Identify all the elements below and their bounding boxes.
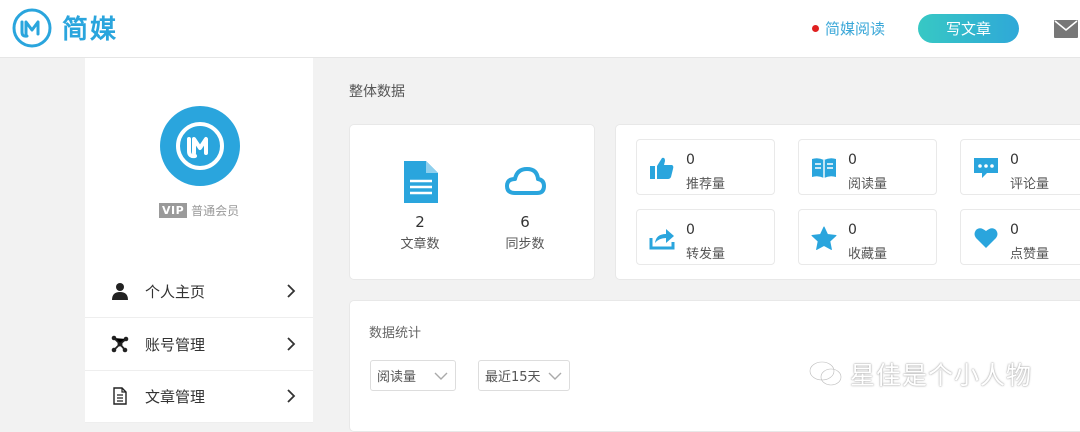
metric-tile-likes: 0 点赞量 — [960, 209, 1080, 265]
star-icon — [811, 226, 837, 250]
metric-tile-shares: 0 转发量 — [636, 209, 775, 265]
sidebar-item-label: 账号管理 — [145, 335, 206, 354]
chevron-down-icon — [434, 372, 448, 380]
metric-label: 推荐量 — [686, 177, 726, 192]
vip-badge: VIP — [159, 203, 188, 218]
brand-name[interactable]: 简媒 — [62, 9, 118, 46]
write-article-button[interactable]: 写文章 — [918, 14, 1019, 43]
metric-label: 点赞量 — [1010, 247, 1050, 262]
sync-count-value: 6 — [520, 213, 530, 231]
chevron-right-icon — [287, 284, 296, 298]
open-book-icon — [812, 158, 836, 178]
metric-value: 0 — [686, 222, 695, 238]
metric-value: 0 — [1010, 152, 1019, 168]
wechat-watermark: 星佳是个小人物 — [808, 356, 1032, 392]
metric-select[interactable]: 阅读量 — [370, 360, 456, 391]
metric-tile-recommend: 0 推荐量 — [636, 139, 775, 195]
wechat-icon — [809, 361, 842, 386]
metric-value: 0 — [848, 222, 857, 238]
document-icon — [113, 387, 127, 405]
comment-icon — [974, 158, 998, 178]
metric-tile-comments: 0 评论量 — [960, 139, 1080, 195]
metric-tile-favorites: 0 收藏量 — [798, 209, 937, 265]
statistics-title: 数据统计 — [369, 326, 422, 341]
cloud-icon — [505, 167, 546, 195]
metric-value: 0 — [848, 152, 857, 168]
metric-label: 转发量 — [686, 247, 726, 262]
member-level-row: VIP 普通会员 — [159, 202, 239, 219]
reader-link-label: 简媒阅读 — [825, 20, 886, 38]
member-level-text: 普通会员 — [191, 204, 240, 218]
metric-label: 阅读量 — [848, 177, 888, 192]
document-icon — [404, 161, 438, 203]
share-icon — [649, 229, 675, 250]
chevron-down-icon — [548, 372, 562, 380]
sidebar-item-label: 个人主页 — [145, 282, 206, 301]
sync-count-stat: 6 同步数 — [485, 161, 565, 252]
metric-label: 评论量 — [1010, 177, 1050, 192]
user-icon — [112, 283, 128, 300]
heart-icon — [974, 228, 998, 248]
article-count-stat: 2 文章数 — [380, 161, 460, 252]
article-count-value: 2 — [415, 213, 425, 231]
thumbs-up-icon — [650, 157, 674, 179]
overview-title: 整体数据 — [349, 84, 405, 100]
sidebar-item-articles[interactable]: 文章管理 — [85, 370, 313, 423]
metric-tile-reads: 0 阅读量 — [798, 139, 937, 195]
red-dot-icon — [812, 25, 819, 32]
sidebar-item-accounts[interactable]: 账号管理 — [85, 318, 313, 371]
avatar[interactable] — [160, 106, 240, 186]
metric-value: 0 — [686, 152, 695, 168]
date-range-select[interactable]: 最近15天 — [478, 360, 570, 391]
metric-select-value: 阅读量 — [377, 370, 417, 385]
watermark-text: 星佳是个小人物 — [850, 361, 1033, 390]
sidebar-item-label: 文章管理 — [145, 387, 206, 406]
jianmei-reader-link[interactable]: 简媒阅读 — [812, 18, 885, 39]
top-header: 简媒 简媒阅读 写文章 — [0, 0, 1080, 58]
mail-icon[interactable] — [1054, 20, 1078, 38]
sidebar: VIP 普通会员 个人主页 账号管理 文章管理 — [85, 58, 313, 423]
sidebar-item-profile[interactable]: 个人主页 — [85, 265, 313, 318]
sync-count-label: 同步数 — [505, 237, 545, 252]
chevron-right-icon — [287, 337, 296, 351]
chevron-right-icon — [287, 389, 296, 403]
article-count-label: 文章数 — [400, 237, 440, 252]
date-range-select-value: 最近15天 — [485, 370, 541, 385]
metric-label: 收藏量 — [848, 247, 888, 262]
jianmei-logo-icon[interactable] — [12, 8, 52, 48]
metric-value: 0 — [1010, 222, 1019, 238]
article-summary-card: 2 文章数 6 同步数 — [349, 124, 595, 280]
network-icon — [111, 335, 129, 353]
